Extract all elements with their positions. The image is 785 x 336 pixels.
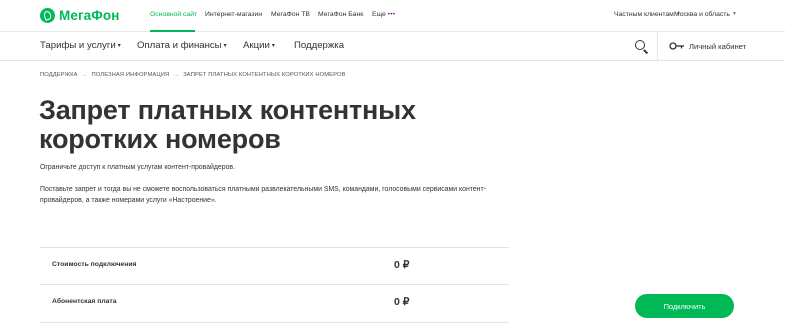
price-value-connection: 0 ₽ [394, 259, 410, 271]
nav-item-tariffs[interactable]: Тарифы и услуги ▾ [40, 40, 121, 51]
region-selector[interactable]: Москва и область ▼ [674, 11, 737, 18]
caret-down-icon: ▾ [117, 43, 121, 49]
caret-down-icon: ▾ [223, 43, 227, 49]
top-link-megafon-bank[interactable]: МегаФон Банк [318, 11, 363, 18]
divider [40, 284, 509, 285]
page-title: Запрет платных контентных коротких номер… [39, 95, 416, 154]
search-icon[interactable] [634, 39, 648, 54]
nav-divider [657, 32, 658, 60]
top-link-more[interactable]: Еще ••• [372, 11, 396, 18]
top-link-megafon-tv[interactable]: МегаФон ТВ [271, 11, 310, 18]
audience-label: Частным клиентам [614, 11, 674, 18]
nav-item-label: Акции [243, 40, 270, 51]
caret-down-icon: ▾ [271, 43, 275, 49]
personal-account-link[interactable]: Личный кабинет [689, 42, 746, 51]
nav-item-support[interactable]: Поддержка [294, 40, 344, 51]
nav-item-promotions[interactable]: Акции ▾ [243, 40, 275, 51]
logo-text: МегаФон [59, 8, 120, 23]
region-label: Москва и область [674, 11, 730, 18]
nav-item-label: Поддержка [294, 40, 345, 51]
chevron-down-icon: ▼ [731, 11, 737, 17]
breadcrumb: Поддержка → Полезная информация → Запрет пла… [40, 72, 346, 78]
nav-item-label: Оплата и финансы [137, 40, 222, 51]
key-icon[interactable] [669, 41, 685, 51]
price-label-connection: Стоимость подключения [52, 261, 137, 268]
more-dots-icon: ••• [387, 12, 396, 18]
more-label: Еще [372, 11, 386, 18]
arrow-right-icon: → [173, 72, 180, 78]
divider [40, 247, 509, 248]
nav-item-payment[interactable]: Оплата и финансы ▾ [137, 40, 227, 51]
price-label-subscription: Абонентская плата [52, 298, 117, 305]
top-link-main-site[interactable]: Основной сайт [150, 11, 197, 18]
megafon-logo-icon [40, 8, 55, 23]
megafon-logo[interactable]: МегаФон [40, 7, 120, 24]
nav-item-label: Тарифы и услуги [40, 40, 116, 51]
breadcrumb-item-current: Запрет платных контентных коротких номер… [183, 72, 346, 78]
page-lead: Ограничьте доступ к платным услугам конт… [40, 164, 235, 171]
main-nav: Тарифы и услуги ▾ Оплата и финансы ▾ Акции… [0, 32, 785, 61]
page-description: Поставьте запрет и тогда вы не сможете в… [40, 186, 486, 204]
connect-button[interactable]: Подключить [635, 294, 734, 318]
top-link-online-store[interactable]: Интернет-магазин [205, 11, 262, 18]
top-bar: МегаФон Основной сайт Интернет-магазин М… [0, 0, 785, 32]
breadcrumb-item-support[interactable]: Поддержка [40, 72, 78, 78]
audience-selector[interactable]: Частным клиентам ▼ [614, 11, 681, 18]
price-value-subscription: 0 ₽ [394, 296, 410, 308]
divider [40, 322, 509, 323]
search-icon-handle [642, 49, 648, 54]
breadcrumb-item-useful-info[interactable]: Полезная информация [91, 72, 169, 78]
arrow-right-icon: → [81, 72, 88, 78]
